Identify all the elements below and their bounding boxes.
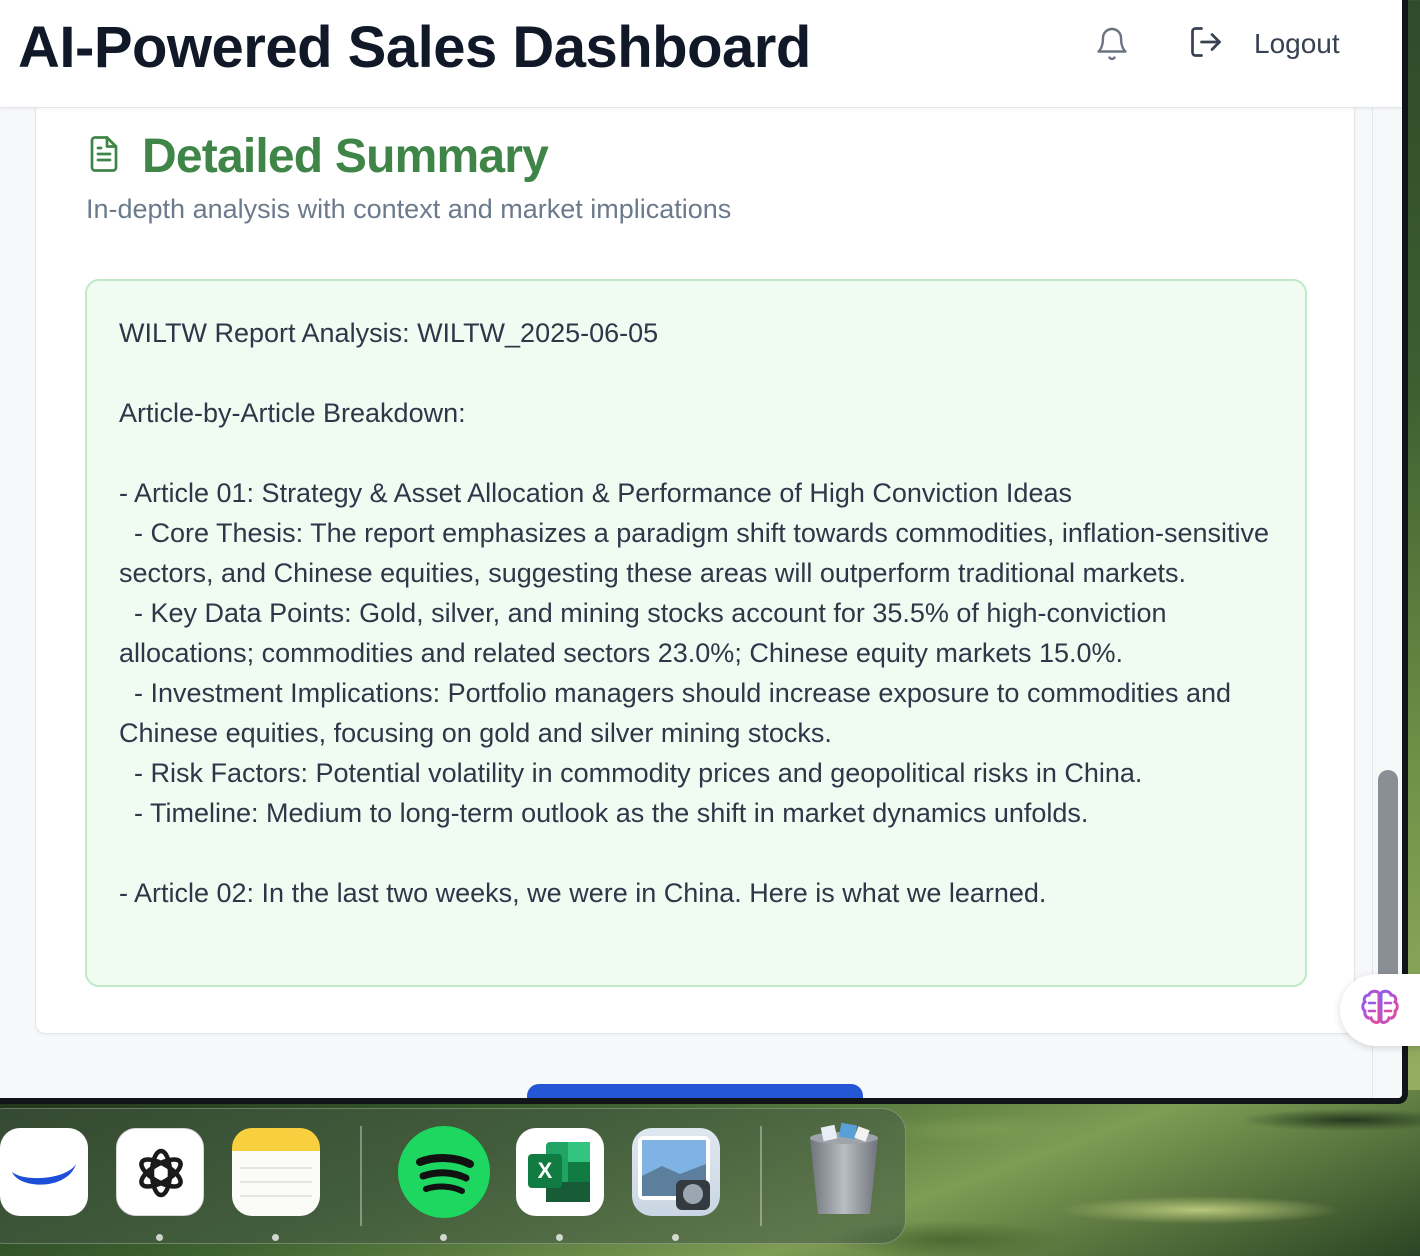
dock-running-indicator bbox=[272, 1234, 279, 1241]
card-title-row: Detailed Summary bbox=[86, 129, 731, 184]
card-subtitle: In-depth analysis with context and marke… bbox=[86, 194, 732, 224]
document-icon bbox=[86, 134, 122, 179]
notes-app-icon[interactable] bbox=[232, 1128, 320, 1216]
dock-running-indicator bbox=[556, 1234, 563, 1241]
logout-label: Logout bbox=[1254, 28, 1340, 59]
dock-running-indicator bbox=[440, 1234, 447, 1241]
logout-icon bbox=[1188, 24, 1224, 65]
chatgpt-app-icon[interactable] bbox=[116, 1128, 204, 1216]
app-header: AI-Powered Sales Dashboard Logout bbox=[0, 0, 1402, 108]
logout-button[interactable]: Logout bbox=[1188, 24, 1340, 64]
dock-running-indicator bbox=[156, 1234, 163, 1241]
summary-text: WILTW Report Analysis: WILTW_2025-06-05 … bbox=[119, 318, 1270, 908]
bell-icon[interactable] bbox=[1094, 26, 1130, 62]
excel-app-icon[interactable]: X bbox=[516, 1128, 604, 1216]
main-content: Detailed Summary In-depth analysis with … bbox=[0, 108, 1372, 1098]
wallet-app-icon[interactable] bbox=[0, 1128, 88, 1216]
page-title: AI-Powered Sales Dashboard bbox=[18, 15, 811, 80]
preview-app-icon[interactable] bbox=[632, 1128, 720, 1216]
detailed-summary-card: Detailed Summary In-depth analysis with … bbox=[35, 108, 1355, 1034]
card-header: Detailed Summary In-depth analysis with … bbox=[86, 129, 731, 225]
spotify-app-icon[interactable] bbox=[398, 1126, 490, 1218]
ai-assistant-button[interactable] bbox=[1340, 974, 1420, 1046]
excel-letter: X bbox=[538, 1158, 553, 1183]
browser-window: AI-Powered Sales Dashboard Logout Detail… bbox=[0, 0, 1408, 1104]
brain-icon bbox=[1360, 989, 1400, 1032]
dock-separator bbox=[360, 1126, 362, 1226]
trash-icon[interactable] bbox=[800, 1122, 888, 1218]
dock-separator bbox=[760, 1126, 762, 1226]
primary-button-partial[interactable] bbox=[527, 1084, 863, 1098]
dock-running-indicator bbox=[672, 1234, 679, 1241]
summary-text-box: WILTW Report Analysis: WILTW_2025-06-05 … bbox=[85, 279, 1307, 987]
card-title: Detailed Summary bbox=[142, 130, 549, 183]
